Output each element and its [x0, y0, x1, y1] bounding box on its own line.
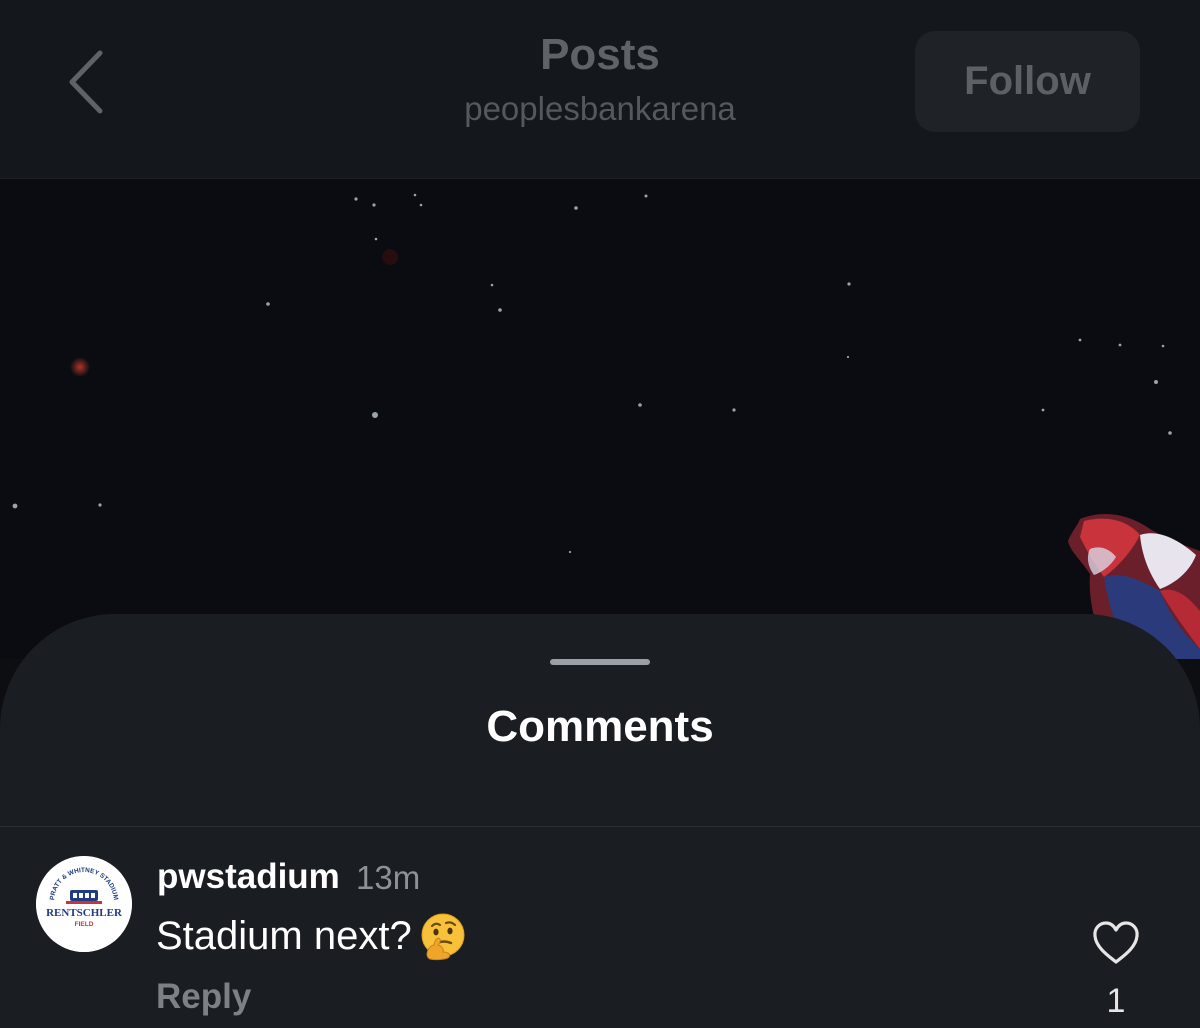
media-image	[0, 179, 1200, 659]
comment-username[interactable]: pwstadium	[157, 857, 340, 897]
svg-text:FIELD: FIELD	[75, 921, 94, 928]
like-count: 1	[1106, 982, 1126, 1020]
avatar-logo: PRATT & WHITNEY STADIUM RENTSCHLER FIELD	[36, 856, 132, 952]
comments-sheet: Comments PRATT & WHITNEY STADIUM RENTSCH…	[0, 614, 1200, 1028]
comment-text-content: Stadium next?	[156, 913, 412, 958]
top-bar: Posts peoplesbankarena Follow	[0, 0, 1200, 179]
svg-text:RENTSCHLER: RENTSCHLER	[46, 907, 123, 919]
thinking-face-icon	[421, 913, 465, 961]
comments-title: Comments	[486, 702, 714, 751]
reply-button[interactable]: Reply	[156, 977, 251, 1017]
avatar[interactable]: PRATT & WHITNEY STADIUM RENTSCHLER FIELD	[36, 856, 132, 952]
comment-text: Stadium next?	[156, 911, 468, 961]
heart-icon	[1093, 921, 1139, 964]
like-button[interactable]	[1090, 917, 1142, 969]
post-media[interactable]	[0, 179, 1200, 659]
divider	[0, 826, 1200, 827]
comment-timestamp: 13m	[356, 859, 421, 896]
screen: Posts peoplesbankarena Follow Comments P…	[0, 0, 1200, 1028]
follow-button[interactable]: Follow	[915, 31, 1140, 132]
sheet-grabber[interactable]	[550, 659, 650, 665]
